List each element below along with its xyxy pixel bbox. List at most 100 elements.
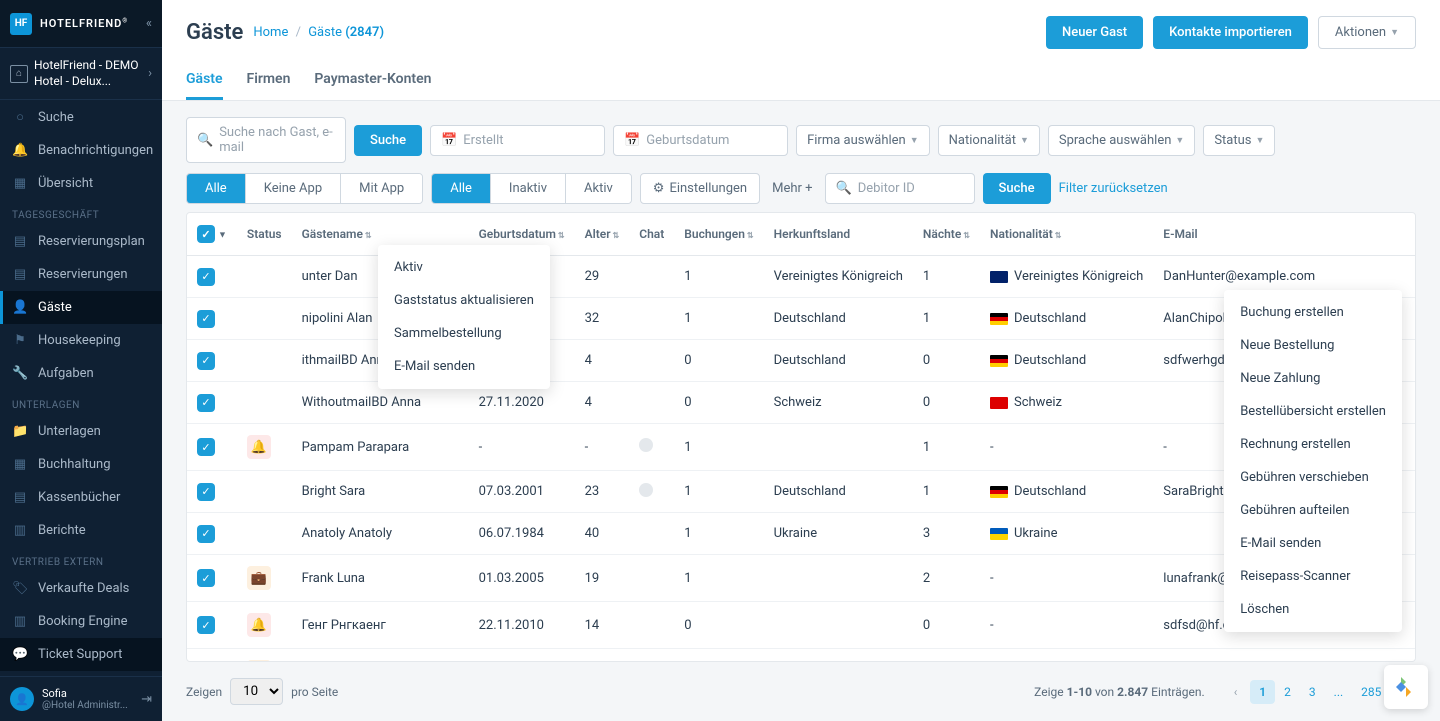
col-status[interactable]: Status	[237, 213, 292, 256]
col-buchungen[interactable]: Buchungen⇅	[674, 213, 763, 256]
bulk-menu-item[interactable]: Gaststatus aktualisieren	[378, 284, 550, 317]
erstellt-date-input[interactable]: 📅Erstellt	[430, 125, 605, 156]
nav-uebersicht[interactable]: ▦Übersicht	[0, 167, 162, 200]
nav-kassenbuecher[interactable]: ▤Kassenbücher	[0, 481, 162, 514]
breadcrumb-home[interactable]: Home	[253, 25, 288, 40]
page-number[interactable]: ...	[1325, 680, 1353, 704]
action-menu-item[interactable]: Neue Zahlung	[1224, 362, 1402, 395]
row-checkbox[interactable]: ✓	[197, 352, 215, 370]
cell-nationality: -	[980, 555, 1153, 602]
debitor-id-input[interactable]: 🔍Debitor ID	[825, 173, 975, 204]
cell-bookings: 0	[674, 382, 763, 424]
cell-bookings: 1	[674, 513, 763, 555]
tabs: Gäste Firmen Paymaster-Konten	[186, 61, 1416, 100]
action-menu-item[interactable]: E-Mail senden	[1224, 527, 1402, 560]
page-number[interactable]: 3	[1300, 680, 1325, 704]
search-icon: 🔍	[197, 133, 213, 148]
cell-nights: 0	[913, 382, 980, 424]
bulk-menu-item[interactable]: E-Mail senden	[378, 350, 550, 383]
nav-verkaufte-deals[interactable]: 🏷Verkaufte Deals	[0, 572, 162, 605]
search-button-2[interactable]: Suche	[983, 173, 1051, 204]
sidebar-collapse-icon[interactable]: «	[146, 16, 152, 31]
cell-name[interactable]: Bright Sara	[292, 471, 469, 513]
col-alter[interactable]: Alter⇅	[575, 213, 630, 256]
nav-suche[interactable]: ○Suche	[0, 100, 162, 134]
nav-benachrichtigungen[interactable]: 🔔Benachrichtigungen7	[0, 134, 162, 167]
tab-paymaster[interactable]: Paymaster-Konten	[314, 61, 431, 100]
seg-alle[interactable]: Alle	[187, 174, 246, 203]
row-checkbox[interactable]: ✓	[197, 569, 215, 587]
cell-name[interactable]: Pampam Parapara	[292, 424, 469, 471]
bulk-menu-toggle[interactable]: ▼	[218, 231, 227, 241]
logout-icon[interactable]: ⇥	[141, 692, 152, 707]
row-checkbox[interactable]: ✓	[197, 438, 215, 456]
action-menu-item[interactable]: Rechnung erstellen	[1224, 428, 1402, 461]
user-footer[interactable]: 👤 Sofia @Hotel Administr... ⇥	[0, 676, 162, 721]
bulk-menu-item[interactable]: Sammelbestellung	[378, 317, 550, 350]
page-prev[interactable]: ‹	[1225, 680, 1247, 704]
nav-unterlagen[interactable]: 📁Unterlagen	[0, 415, 162, 448]
nav-housekeeping[interactable]: ⚑Housekeeping	[0, 324, 162, 357]
neuer-gast-button[interactable]: Neuer Gast	[1046, 16, 1143, 49]
page-number[interactable]: 2	[1275, 680, 1300, 704]
nav-aufgaben[interactable]: 🔧Aufgaben	[0, 357, 162, 390]
bulk-menu-item[interactable]: Aktiv	[378, 251, 550, 284]
mehr-button[interactable]: Mehr +	[768, 174, 816, 203]
hotel-selector[interactable]: ⌂ HotelFriend - DEMO Hotel - Delux... ›	[0, 48, 162, 100]
per-page-select[interactable]: 10	[230, 678, 283, 705]
action-menu-item[interactable]: Bestellübersicht erstellen	[1224, 395, 1402, 428]
tab-gaeste[interactable]: Gäste	[186, 61, 223, 100]
cell-dob: 22.11.2010	[469, 602, 575, 649]
page-number[interactable]: 1	[1250, 680, 1275, 704]
action-menu-item[interactable]: Reisepass-Scanner	[1224, 560, 1402, 593]
action-menu-item[interactable]: Neue Bestellung	[1224, 329, 1402, 362]
einstellungen-button[interactable]: ⚙Einstellungen	[640, 173, 760, 204]
firma-dropdown[interactable]: Firma auswählen▼	[796, 125, 930, 156]
help-widget[interactable]	[1384, 665, 1428, 709]
breadcrumb-current[interactable]: Gäste	[308, 25, 342, 40]
col-nationalitaet[interactable]: Nationalität⇅	[980, 213, 1153, 256]
sort-icon: ⇅	[963, 231, 970, 240]
tab-firmen[interactable]: Firmen	[247, 61, 291, 100]
action-menu-item[interactable]: Buchung erstellen	[1224, 296, 1402, 329]
action-menu-item[interactable]: Löschen	[1224, 593, 1402, 626]
nav-berichte[interactable]: ▥Berichte	[0, 514, 162, 547]
seg2-alle[interactable]: Alle	[432, 174, 491, 203]
seg2-aktiv[interactable]: Aktiv	[566, 174, 631, 203]
seg-mit-app[interactable]: Mit App	[341, 174, 422, 203]
nationalitaet-dropdown[interactable]: Nationalität▼	[938, 125, 1040, 156]
row-checkbox[interactable]: ✓	[197, 268, 215, 286]
nav-reservierungen[interactable]: ▤Reservierungen	[0, 258, 162, 291]
cell-name[interactable]: Montefiore-Benedictus Bob	[292, 649, 469, 663]
kontakte-importieren-button[interactable]: Kontakte importieren	[1153, 16, 1308, 49]
row-checkbox[interactable]: ✓	[197, 483, 215, 501]
cell-name[interactable]: Anatoly Anatoly	[292, 513, 469, 555]
row-checkbox[interactable]: ✓	[197, 394, 215, 412]
seg2-inaktiv[interactable]: Inaktiv	[491, 174, 566, 203]
search-input[interactable]: 🔍Suche nach Gast, e-mail	[186, 117, 346, 163]
action-menu-item[interactable]: Gebühren aufteilen	[1224, 494, 1402, 527]
cell-name[interactable]: Frank Luna	[292, 555, 469, 602]
filter-reset-link[interactable]: Filter zurücksetzen	[1059, 181, 1168, 196]
nav-booking-engine[interactable]: ▥Booking Engine	[0, 605, 162, 638]
nav-ticket-support[interactable]: 💬Ticket Support	[0, 638, 162, 671]
nav-gaeste[interactable]: 👤Gäste	[0, 291, 162, 324]
row-checkbox[interactable]: ✓	[197, 616, 215, 634]
select-all-checkbox[interactable]: ✓	[197, 225, 215, 243]
row-checkbox[interactable]: ✓	[197, 525, 215, 543]
cell-age: 14	[575, 602, 630, 649]
geburtsdatum-date-input[interactable]: 📅Geburtsdatum	[613, 125, 788, 156]
sprache-dropdown[interactable]: Sprache auswählen▼	[1048, 125, 1195, 156]
row-checkbox[interactable]: ✓	[197, 310, 215, 328]
col-naechte[interactable]: Nächte⇅	[913, 213, 980, 256]
aktionen-dropdown[interactable]: Aktionen▼	[1318, 16, 1416, 49]
nav-reservierungsplan[interactable]: ▤Reservierungsplan	[0, 225, 162, 258]
seg-keine-app[interactable]: Keine App	[246, 174, 341, 203]
folder-icon: 📁	[12, 424, 28, 439]
action-menu-item[interactable]: Gebühren verschieben	[1224, 461, 1402, 494]
cell-name[interactable]: Генг Рнгкаенг	[292, 602, 469, 649]
housekeeping-icon: ⚑	[12, 333, 28, 348]
search-button[interactable]: Suche	[354, 125, 422, 156]
status-dropdown[interactable]: Status▼	[1203, 125, 1275, 156]
nav-buchhaltung[interactable]: ▦Buchhaltung	[0, 448, 162, 481]
